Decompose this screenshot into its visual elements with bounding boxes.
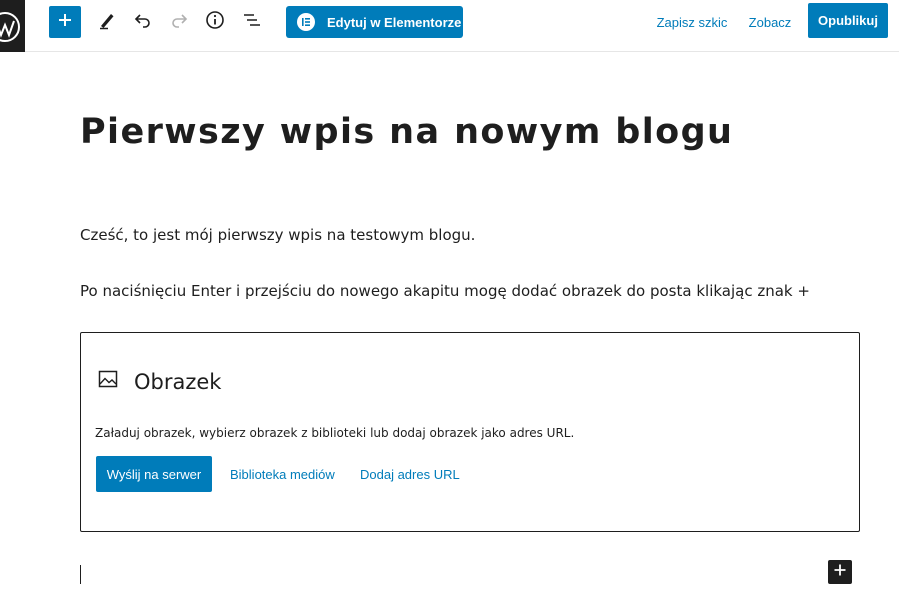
edit-with-elementor-label: Edytuj w Elementorze — [327, 14, 462, 30]
plus-icon — [57, 12, 73, 33]
editor-header: Edytuj w Elementorze Zapisz szkic Zobacz… — [0, 0, 899, 52]
edit-with-elementor-button[interactable]: Edytuj w Elementorze — [286, 6, 463, 38]
undo-icon — [133, 10, 153, 35]
media-library-button[interactable]: Biblioteka mediów — [230, 456, 335, 492]
add-block-button[interactable] — [828, 560, 852, 584]
image-block-placeholder[interactable]: Obrazek Załaduj obrazek, wybierz obrazek… — [80, 332, 860, 532]
image-icon — [98, 369, 118, 394]
list-view-button[interactable] — [236, 6, 268, 38]
insert-from-url-button[interactable]: Dodaj adres URL — [360, 456, 460, 492]
image-block-title: Obrazek — [134, 369, 222, 394]
details-button[interactable] — [199, 6, 231, 38]
tools-button[interactable] — [91, 6, 123, 38]
undo-button[interactable] — [127, 6, 159, 38]
info-icon — [205, 10, 225, 35]
wordpress-logo-icon[interactable] — [0, 0, 25, 52]
redo-icon — [169, 10, 189, 35]
text-caret — [80, 565, 81, 584]
plus-icon — [833, 563, 847, 582]
elementor-icon — [297, 13, 315, 31]
upload-button[interactable]: Wyślij na serwer — [96, 456, 212, 492]
list-view-icon — [242, 10, 262, 35]
image-block-instructions: Załaduj obrazek, wybierz obrazek z bibli… — [95, 426, 575, 440]
image-block-header: Obrazek — [98, 369, 221, 394]
paragraph-block[interactable]: Po naciśnięciu Enter i przejściu do nowe… — [80, 282, 810, 300]
save-draft-button[interactable]: Zapisz szkic — [652, 6, 732, 38]
block-inserter-toggle[interactable] — [49, 6, 81, 38]
pencil-icon — [97, 10, 117, 35]
paragraph-block[interactable]: Cześć, to jest mój pierwszy wpis na test… — [80, 226, 475, 244]
publish-button[interactable]: Opublikuj — [808, 3, 888, 38]
redo-button[interactable] — [163, 6, 195, 38]
preview-button[interactable]: Zobacz — [744, 6, 796, 38]
post-title[interactable]: Pierwszy wpis na nowym blogu — [80, 112, 733, 152]
